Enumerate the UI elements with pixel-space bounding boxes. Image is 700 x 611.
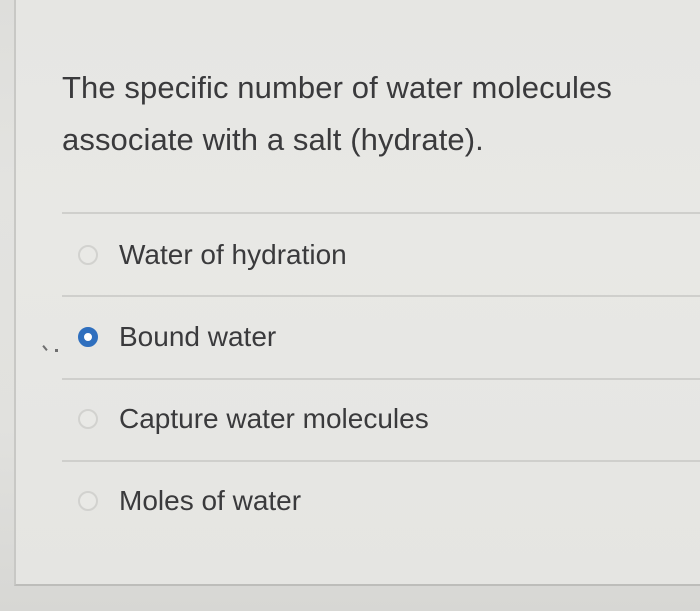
answer-option-label: Bound water [119,321,277,352]
screen: The specific number of water molecules a… [0,0,700,611]
answer-option-water-of-hydration[interactable]: Water of hydration [78,235,678,275]
radio-button-unselected[interactable] [78,245,98,265]
divider [62,212,700,214]
radio-button-unselected[interactable] [78,409,98,429]
answer-option-capture-water-molecules[interactable]: Capture water molecules [78,399,678,439]
answer-option-label: Moles of water [119,485,302,516]
answer-option-label: Water of hydration [119,239,347,270]
divider [62,295,700,297]
divider [62,378,700,380]
answer-option-moles-of-water[interactable]: Moles of water [78,481,678,521]
cursor-mark [55,349,58,352]
answer-option-bound-water[interactable]: Bound water [78,317,678,357]
radio-button-unselected[interactable] [78,491,98,511]
question-text: The specific number of water molecules a… [62,70,612,157]
radio-button-selected[interactable] [78,327,98,347]
answer-option-label: Capture water molecules [119,403,429,434]
divider [62,460,700,462]
